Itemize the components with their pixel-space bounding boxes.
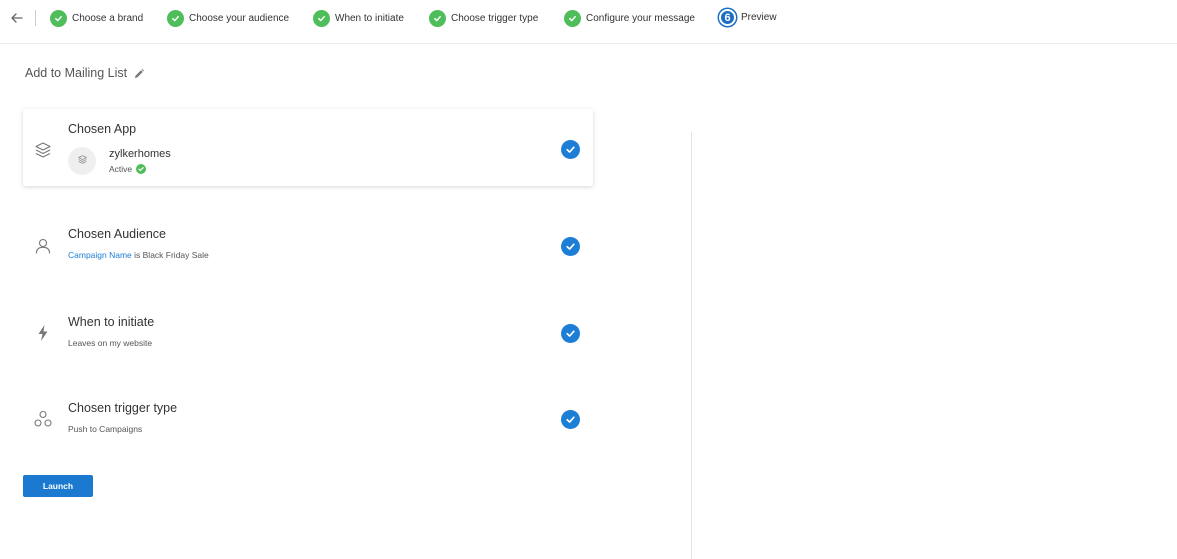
card-title: Chosen trigger type: [68, 401, 178, 415]
check-circle-icon: [313, 10, 330, 27]
card-title: Chosen Audience: [68, 227, 166, 241]
step-label: When to initiate: [335, 13, 404, 24]
step-when-to-initiate[interactable]: When to initiate: [313, 9, 404, 28]
check-circle-icon: [50, 10, 67, 27]
app-name: zylkerhomes: [109, 148, 171, 160]
step-preview[interactable]: 6 Preview: [719, 8, 777, 27]
card-subtitle: Push to Campaigns: [68, 424, 143, 434]
card-title: When to initiate: [68, 315, 155, 329]
chosen-app-card[interactable]: Chosen App zylkerhomes Active: [23, 109, 593, 186]
check-circle-icon: [167, 10, 184, 27]
step-choose-brand[interactable]: Choose a brand: [50, 9, 143, 28]
toolbar-divider: [35, 10, 36, 26]
card-title: Chosen App: [68, 122, 137, 136]
layers-icon: [77, 152, 88, 170]
app-status: Active: [109, 164, 147, 174]
layers-icon: [33, 140, 53, 160]
check-circle-icon: [561, 410, 580, 429]
step-label: Choose your audience: [189, 13, 290, 24]
app-avatar: [68, 147, 96, 175]
back-arrow-icon[interactable]: [8, 9, 26, 27]
panel-divider: [691, 132, 692, 559]
chosen-audience-card[interactable]: Chosen Audience Campaign Name is Black F…: [23, 220, 593, 270]
app-status-text: Active: [109, 164, 133, 174]
trigger-network-icon: [33, 409, 53, 429]
page-title: Add to Mailing List: [25, 64, 145, 82]
launch-button[interactable]: Launch: [23, 475, 93, 497]
check-circle-icon: [561, 237, 580, 256]
card-subtitle: Leaves on my website: [68, 338, 153, 348]
when-to-initiate-card[interactable]: When to initiate Leaves on my website: [23, 308, 593, 358]
page-title-text: Add to Mailing List: [25, 66, 128, 80]
check-circle-icon: [136, 164, 147, 174]
check-circle-icon: [429, 10, 446, 27]
step-navigation-bar: Choose a brand Choose your audience When…: [0, 0, 1177, 44]
step-number-badge: 6: [719, 9, 736, 26]
step-choose-audience[interactable]: Choose your audience: [167, 9, 289, 28]
step-choose-trigger-type[interactable]: Choose trigger type: [429, 9, 538, 28]
pencil-icon[interactable]: [133, 67, 145, 79]
step-label: Choose trigger type: [451, 13, 539, 24]
lightning-icon: [33, 323, 53, 343]
card-subtitle: Campaign Name is Black Friday Sale: [68, 250, 209, 260]
check-circle-icon: [561, 140, 580, 159]
step-configure-message[interactable]: Configure your message: [564, 9, 695, 28]
step-label: Choose a brand: [72, 13, 144, 24]
user-icon: [33, 236, 53, 256]
audience-condition-text: is Black Friday Sale: [131, 250, 209, 260]
check-circle-icon: [561, 324, 580, 343]
check-circle-icon: [564, 10, 581, 27]
campaign-name-link[interactable]: Campaign Name: [68, 250, 132, 260]
chosen-trigger-type-card[interactable]: Chosen trigger type Push to Campaigns: [23, 394, 593, 444]
step-label: Preview: [741, 12, 777, 23]
step-label: Configure your message: [586, 13, 695, 24]
